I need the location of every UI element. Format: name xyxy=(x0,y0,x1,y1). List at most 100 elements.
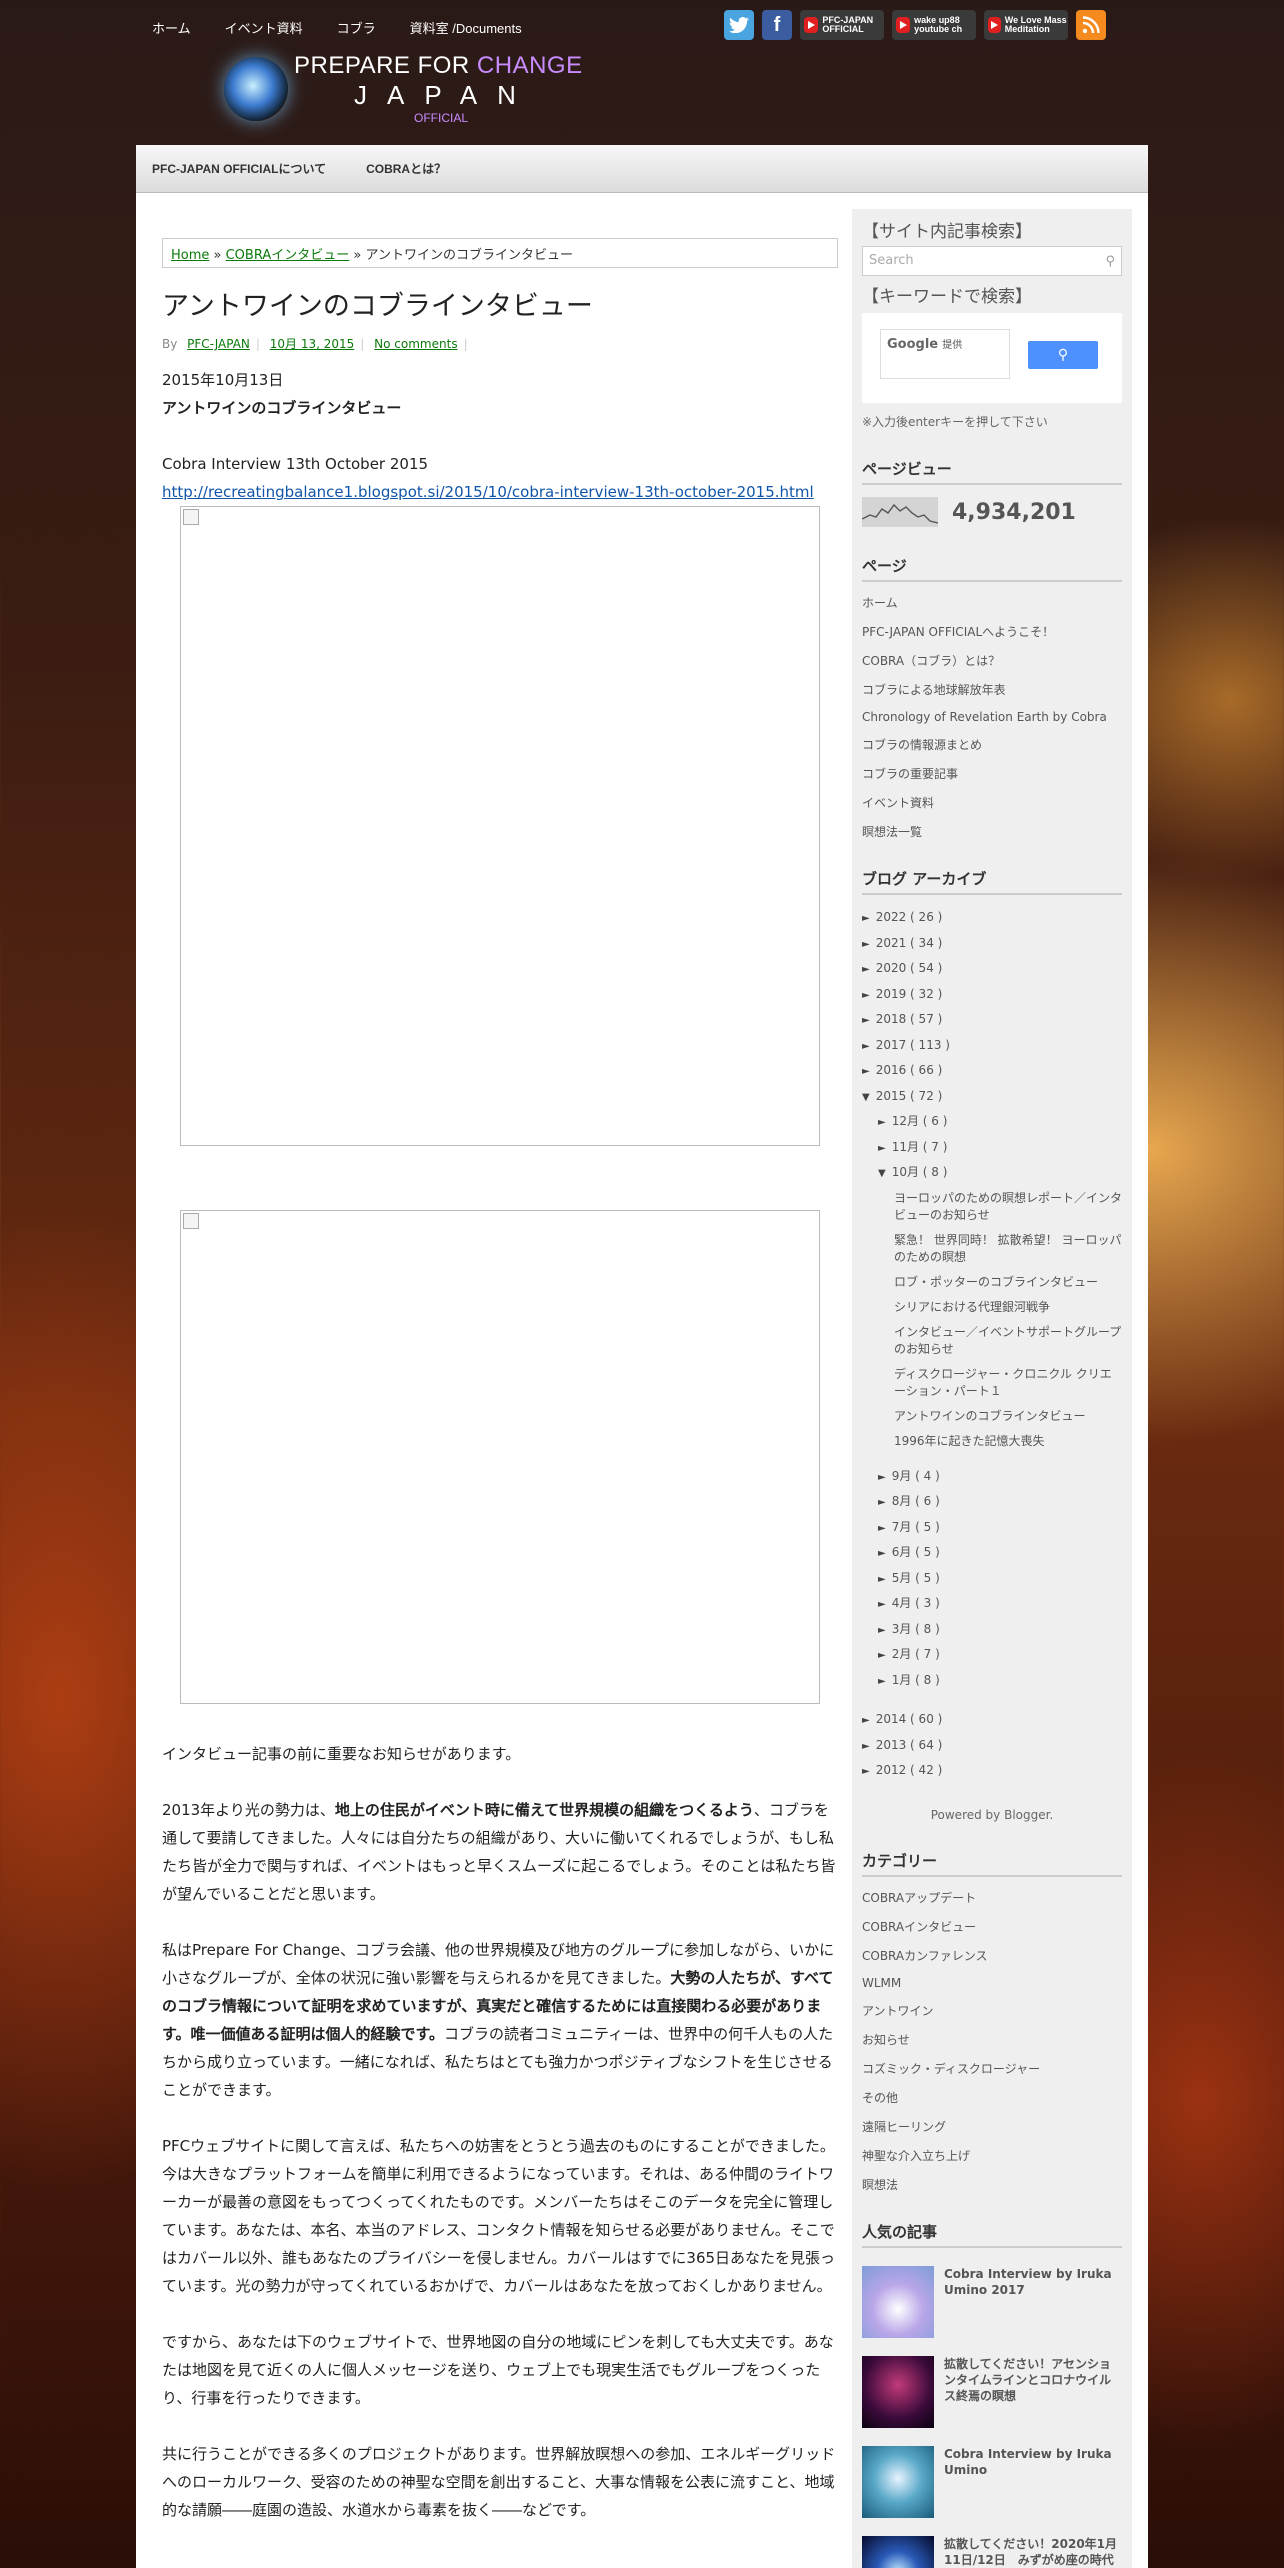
category-link[interactable]: COBRAアップデート xyxy=(862,1889,1122,1906)
youtube-wakeup88-button[interactable]: wake up88 youtube ch xyxy=(892,10,976,40)
page-link[interactable]: イベント資料 xyxy=(862,794,1122,811)
category-link[interactable]: 瞑想法 xyxy=(862,2176,1122,2193)
popular-post[interactable]: Cobra Interview by Iruka Umino xyxy=(862,2445,1122,2518)
search-icon[interactable]: ⚲ xyxy=(1105,254,1115,269)
post-thumbnail[interactable] xyxy=(862,2535,934,2568)
youtube-pfc-japan-button[interactable]: PFC-JAPAN OFFICIAL xyxy=(800,10,884,40)
popular-post[interactable]: 拡散してください！アセンションタイムラインとコロナウイルス終焉の瞑想 xyxy=(862,2355,1122,2428)
expand-arrow-icon[interactable]: ► xyxy=(878,1548,886,1559)
expand-arrow-icon[interactable]: ► xyxy=(862,1741,870,1752)
expand-arrow-icon[interactable]: ► xyxy=(862,1766,870,1777)
google-search-input[interactable]: Google 提供 xyxy=(880,329,1010,379)
archive-year[interactable]: ► 2020 ( 54 ) xyxy=(862,956,1122,982)
collapse-arrow-icon[interactable]: ▼ xyxy=(878,1168,886,1179)
popular-post-title[interactable]: Cobra Interview by Iruka Umino xyxy=(944,2446,1122,2518)
popular-post-title[interactable]: 拡散してください！アセンションタイムラインとコロナウイルス終焉の瞑想 xyxy=(944,2356,1122,2428)
expand-arrow-icon[interactable]: ► xyxy=(878,1472,886,1483)
popular-post[interactable]: 拡散してください！2020年1月11日/12日 みずがめ座の時代 xyxy=(862,2535,1122,2568)
page-link[interactable]: コブラの重要記事 xyxy=(862,765,1122,782)
post-comments-link[interactable]: No comments xyxy=(374,337,457,351)
archive-year[interactable]: ► 2019 ( 32 ) xyxy=(862,982,1122,1008)
expand-arrow-icon[interactable]: ► xyxy=(878,1625,886,1636)
archive-year[interactable]: ► 2018 ( 57 ) xyxy=(862,1007,1122,1033)
archive-year[interactable]: ► 2017 ( 113 ) xyxy=(862,1033,1122,1059)
archive-year-2015[interactable]: ▼ 2015 ( 72 ) xyxy=(862,1084,1122,1110)
post-thumbnail[interactable] xyxy=(862,2265,934,2338)
page-link[interactable]: コブラの情報源まとめ xyxy=(862,736,1122,753)
breadcrumb-category[interactable]: COBRAインタビュー xyxy=(226,248,350,263)
category-link[interactable]: アントワイン xyxy=(862,2002,1122,2019)
facebook-icon[interactable]: f xyxy=(762,10,792,40)
page-link[interactable]: PFC-JAPAN OFFICIALへようこそ！ xyxy=(862,623,1122,640)
category-link[interactable]: その他 xyxy=(862,2089,1122,2106)
archive-month[interactable]: ► 12月 ( 6 ) xyxy=(862,1109,1122,1135)
archive-post-link[interactable]: シリアにおける代理銀河戦争 xyxy=(862,1299,1122,1316)
rss-icon[interactable] xyxy=(1076,10,1106,40)
archive-post-link[interactable]: アントワインのコブラインタビュー xyxy=(862,1408,1122,1425)
expand-arrow-icon[interactable]: ► xyxy=(878,1574,886,1585)
archive-month[interactable]: ► 5月 ( 5 ) xyxy=(862,1566,1122,1592)
page-link[interactable]: ホーム xyxy=(862,594,1122,611)
menu-about-cobra[interactable]: COBRAとは？ xyxy=(366,160,446,177)
archive-month[interactable]: ► 1月 ( 8 ) xyxy=(862,1668,1122,1694)
archive-month[interactable]: ► 11月 ( 7 ) xyxy=(862,1135,1122,1161)
expand-arrow-icon[interactable]: ► xyxy=(862,964,870,975)
archive-post-link[interactable]: ロブ・ポッターのコブラインタビュー xyxy=(862,1274,1122,1291)
menu-about-pfc-japan[interactable]: PFC-JAPAN OFFICIALについて xyxy=(152,160,326,177)
archive-month[interactable]: ► 3月 ( 8 ) xyxy=(862,1617,1122,1643)
archive-month-oct[interactable]: ▼ 10月 ( 8 ) xyxy=(862,1160,1122,1186)
expand-arrow-icon[interactable]: ► xyxy=(862,913,870,924)
source-link[interactable]: http://recreatingbalance1.blogspot.si/20… xyxy=(162,483,814,501)
collapse-arrow-icon[interactable]: ▼ xyxy=(862,1092,870,1103)
expand-arrow-icon[interactable]: ► xyxy=(862,1015,870,1026)
post-author-link[interactable]: PFC-JAPAN xyxy=(187,337,250,351)
page-link[interactable]: COBRA（コブラ）とは？ xyxy=(862,652,1122,669)
post-thumbnail[interactable] xyxy=(862,2355,934,2428)
expand-arrow-icon[interactable]: ► xyxy=(862,939,870,950)
category-link[interactable]: コズミック・ディスクロージャー xyxy=(862,2060,1122,2077)
archive-year[interactable]: ► 2016 ( 66 ) xyxy=(862,1058,1122,1084)
expand-arrow-icon[interactable]: ► xyxy=(862,1066,870,1077)
nav-documents[interactable]: 資料室 /Documents xyxy=(410,18,522,37)
archive-post-link[interactable]: インタビュー／イベントサポートグループのお知らせ xyxy=(862,1324,1122,1358)
archive-month[interactable]: ► 2月 ( 7 ) xyxy=(862,1642,1122,1668)
category-link[interactable]: 遠隔ヒーリング xyxy=(862,2118,1122,2135)
powered-by-blogger[interactable]: Powered by Blogger. xyxy=(862,1808,1122,1822)
popular-post-title[interactable]: Cobra Interview by Iruka Umino 2017 xyxy=(944,2266,1122,2338)
expand-arrow-icon[interactable]: ► xyxy=(878,1497,886,1508)
google-search-button[interactable]: ⚲ xyxy=(1028,341,1098,369)
post-date-link[interactable]: 10月 13, 2015 xyxy=(270,337,355,351)
archive-month[interactable]: ► 8月 ( 6 ) xyxy=(862,1489,1122,1515)
nav-event-docs[interactable]: イベント資料 xyxy=(225,18,303,37)
archive-month[interactable]: ► 9月 ( 4 ) xyxy=(862,1464,1122,1490)
expand-arrow-icon[interactable]: ► xyxy=(878,1117,886,1128)
post-thumbnail[interactable] xyxy=(862,2445,934,2518)
archive-year[interactable]: ► 2013 ( 64 ) xyxy=(862,1733,1122,1759)
twitter-icon[interactable] xyxy=(724,10,754,40)
archive-post-link[interactable]: ディスクロージャー・クロニクル クリエーション・パート１ xyxy=(862,1366,1122,1400)
category-link[interactable]: WLMM xyxy=(862,1976,1122,1990)
category-link[interactable]: お知らせ xyxy=(862,2031,1122,2048)
archive-month[interactable]: ► 7月 ( 5 ) xyxy=(862,1515,1122,1541)
category-link[interactable]: 神聖な介入立ち上げ xyxy=(862,2147,1122,2164)
popular-post[interactable]: Cobra Interview by Iruka Umino 2017 xyxy=(862,2265,1122,2338)
expand-arrow-icon[interactable]: ► xyxy=(878,1650,886,1661)
site-logo[interactable]: PREPARE FOR CHANGE JAPAN OFFICIAL xyxy=(224,52,583,125)
expand-arrow-icon[interactable]: ► xyxy=(862,990,870,1001)
expand-arrow-icon[interactable]: ► xyxy=(862,1715,870,1726)
youtube-wlmm-button[interactable]: We Love Mass Meditation xyxy=(984,10,1068,40)
archive-year[interactable]: ► 2014 ( 60 ) xyxy=(862,1707,1122,1733)
page-link[interactable]: コブラによる地球解放年表 xyxy=(862,681,1122,698)
archive-year[interactable]: ► 2022 ( 26 ) xyxy=(862,905,1122,931)
page-link[interactable]: Chronology of Revelation Earth by Cobra xyxy=(862,710,1122,724)
nav-home[interactable]: ホーム xyxy=(152,18,191,37)
archive-month[interactable]: ► 6月 ( 5 ) xyxy=(862,1540,1122,1566)
site-search-input[interactable]: Search ⚲ xyxy=(862,246,1122,276)
archive-year[interactable]: ► 2021 ( 34 ) xyxy=(862,931,1122,957)
expand-arrow-icon[interactable]: ► xyxy=(878,1676,886,1687)
archive-post-link[interactable]: 緊急！ 世界同時！ 拡散希望！ ヨーロッパのための瞑想 xyxy=(862,1232,1122,1266)
page-link[interactable]: 瞑想法一覧 xyxy=(862,823,1122,840)
nav-cobra[interactable]: コブラ xyxy=(337,18,376,37)
archive-month[interactable]: ► 4月 ( 3 ) xyxy=(862,1591,1122,1617)
expand-arrow-icon[interactable]: ► xyxy=(862,1041,870,1052)
